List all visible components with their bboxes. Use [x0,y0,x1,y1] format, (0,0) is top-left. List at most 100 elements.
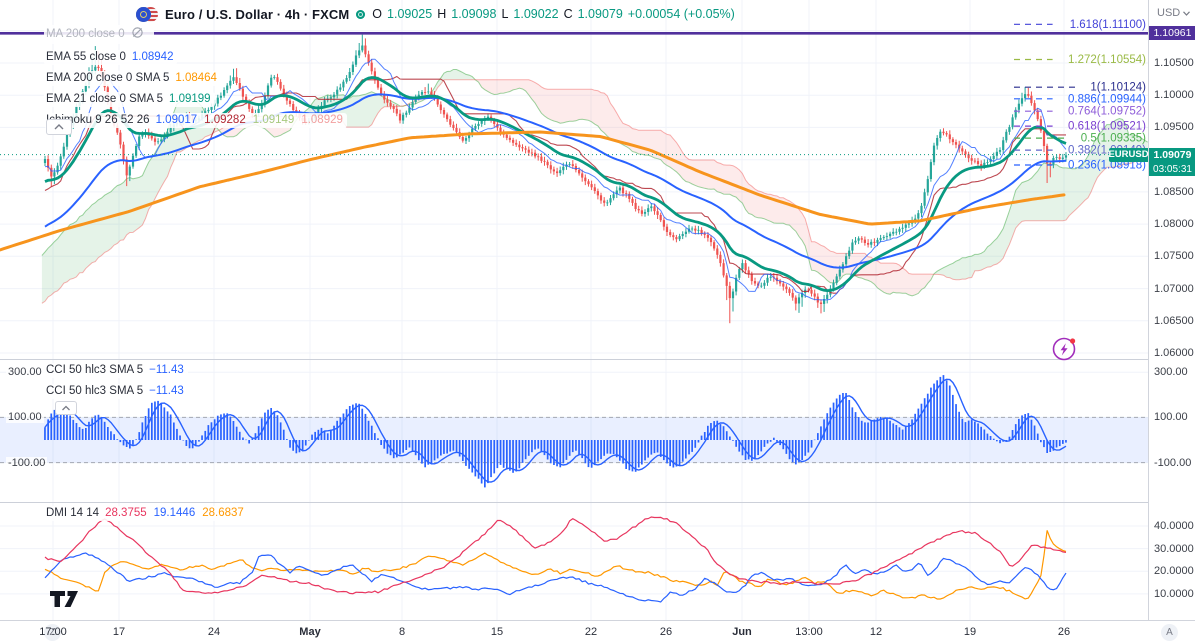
time-label: 19 [963,626,977,638]
legend-value: 1.09149 [252,114,295,126]
price-tick: 1.06500 [1154,314,1194,327]
lightning-icon [1052,337,1076,361]
time-label: 26 [659,626,673,638]
legend-value: −11.43 [149,385,184,397]
legend-values: 1.08464 [175,72,217,85]
ohlc-key: C [563,7,573,21]
hline-price-badge: 1.10961 [1149,26,1195,41]
price-axis-unit-selector[interactable]: USD [1157,7,1191,19]
plus-di-line [44,552,1067,603]
legend-row[interactable]: DMI 14 14 28.3755 19.1446 28.6837 [44,506,248,521]
symbol-header: Euro / U.S. Dollar · 4h · FXCM O 1.09025 H… [136,4,735,24]
legend-name: MA 200 close 0 [46,28,125,40]
pane-collapse-button[interactable] [46,119,72,135]
legend-values: 1.08942 [132,51,174,64]
price-tick: 1.10500 [1154,57,1194,69]
eye-off-icon[interactable] [131,26,144,43]
cci-left-tick: 100.00 [6,411,44,424]
autoscale-button[interactable]: A [1161,624,1178,641]
ohlc-key: L [501,7,509,21]
time-label: 8 [398,626,406,638]
chevron-up-icon [54,124,64,130]
ohlc-key: O [372,7,383,21]
fib-level-label: 0.618(1.09521) [1068,121,1146,133]
ohlc-values: O 1.09025 H 1.09098 L 1.09022 C 1.09079 +0.00054… [372,7,735,21]
legend-row[interactable]: EMA 21 close 0 SMA 5 1.09199 [44,92,215,107]
symbol-title[interactable]: Euro / U.S. Dollar · 4h · FXCM [165,7,349,22]
minus-di-line [44,530,1067,600]
time-axis[interactable]: Z 17:00 17 24 May 8 15 22 26 Jun 13:00 12 19 26 A [0,620,1195,644]
price-axis[interactable]: USD 1.10500 1.10000 1.09500 1.08500 1.08000 1… [1148,0,1195,620]
time-label: 15 [490,626,504,638]
time-label: Jun [732,626,752,638]
cci-tick: 300.00 [1154,366,1188,379]
time-label: 24 [207,626,221,638]
chevron-up-icon [62,405,70,410]
legend-row[interactable]: EMA 55 close 0 1.08942 [44,50,178,65]
adx-line [44,516,1067,595]
legend-value: 28.6837 [202,507,244,519]
dmi-pane-legend: DMI 14 14 28.3755 19.1446 28.6837 [44,506,248,521]
dmi-tick: 30.0000 [1154,542,1194,555]
legend-name: DMI 14 14 [46,507,100,519]
fib-level-label: 1.618(1.11100) [1070,19,1146,31]
legend-value: 1.08942 [131,51,174,63]
legend-row[interactable]: CCI 50 hlc3 SMA 5 −11.43 [44,363,188,378]
legend-value: −11.43 [149,364,184,376]
main-pane-legend: MA 200 close 0 EMA 55 close 0 1.08942 EMA 2… [44,25,347,128]
ohlc-value: 1.09025 [387,7,433,21]
symbol-pair-icon [136,6,158,23]
time-label: 13:00 [795,626,823,638]
pane-collapse-button[interactable] [55,401,77,415]
legend-row[interactable]: Ichimoku 9 26 52 26 1.09017 1.09282 1.09149… [44,113,347,128]
ohlc-key: H [437,7,447,21]
time-label: 17:00 [39,626,67,638]
market-status-icon [356,9,366,19]
legend-values: −11.43 [149,385,184,398]
change-value: +0.00054 (+0.05%) [627,7,735,21]
fib-level-label: 1.272(1.10554) [1068,54,1146,66]
price-tick: 1.06000 [1154,346,1194,359]
last-price-badge: 1.09079 [1149,147,1195,162]
legend-value: 28.3755 [105,507,147,519]
tradingview-logo[interactable] [48,589,82,614]
price-tick: 1.07500 [1154,250,1194,263]
cci-pane-legend: CCI 50 hlc3 SMA 5 −11.43 CCI 50 hlc3 SMA 5… [44,363,188,399]
legend-name: CCI 50 hlc3 SMA 5 [46,385,144,397]
quick-action-lightning-button[interactable] [1050,334,1078,362]
cci-tick: 100.00 [1154,411,1188,424]
legend-row[interactable]: CCI 50 hlc3 SMA 5 −11.43 [44,384,188,399]
time-label: 22 [584,626,598,638]
tradingview-chart-window: { "header": { "title": "Euro / U.S. Doll… [0,0,1195,644]
legend-value: 1.08464 [175,72,217,84]
legend-value: 1.09017 [155,114,198,126]
legend-values: −11.43 [149,364,184,377]
time-label: May [299,626,321,638]
cci-left-tick: 300.00 [6,366,44,379]
legend-row[interactable]: MA 200 close 0 [44,25,154,44]
unit-label: USD [1157,7,1181,19]
time-label: 12 [869,626,883,638]
legend-name: EMA 21 close 0 SMA 5 [46,93,163,105]
legend-values: 1.09199 [169,93,211,106]
time-label: 17 [112,626,126,638]
price-tick: 1.08500 [1154,185,1194,198]
chevron-down-icon [1183,10,1191,16]
tradingview-logo-icon [50,591,78,607]
ohlc-value: 1.09022 [513,7,559,21]
legend-value: 19.1446 [153,507,196,519]
legend-values: 28.3755 19.1446 28.6837 [105,507,244,520]
legend-row[interactable]: EMA 200 close 0 SMA 5 1.08464 [44,71,221,86]
legend-name: EMA 55 close 0 [46,51,126,63]
legend-value: 1.08929 [301,114,343,126]
price-tick: 1.10000 [1154,89,1194,102]
bar-countdown-badge: 03:05:31 [1149,162,1195,177]
legend-name: CCI 50 hlc3 SMA 5 [46,364,144,376]
fib-level-label: 0.5(1.09335) [1081,133,1146,145]
dmi-tick: 40.0000 [1154,520,1194,532]
fib-level-label: 0.886(1.09944) [1068,93,1146,105]
dmi-tick: 10.0000 [1154,587,1194,600]
legend-name: EMA 200 close 0 SMA 5 [46,72,170,84]
symbol-name-badge: EURUSD [1108,147,1149,162]
legend-value: 1.09199 [168,93,211,105]
